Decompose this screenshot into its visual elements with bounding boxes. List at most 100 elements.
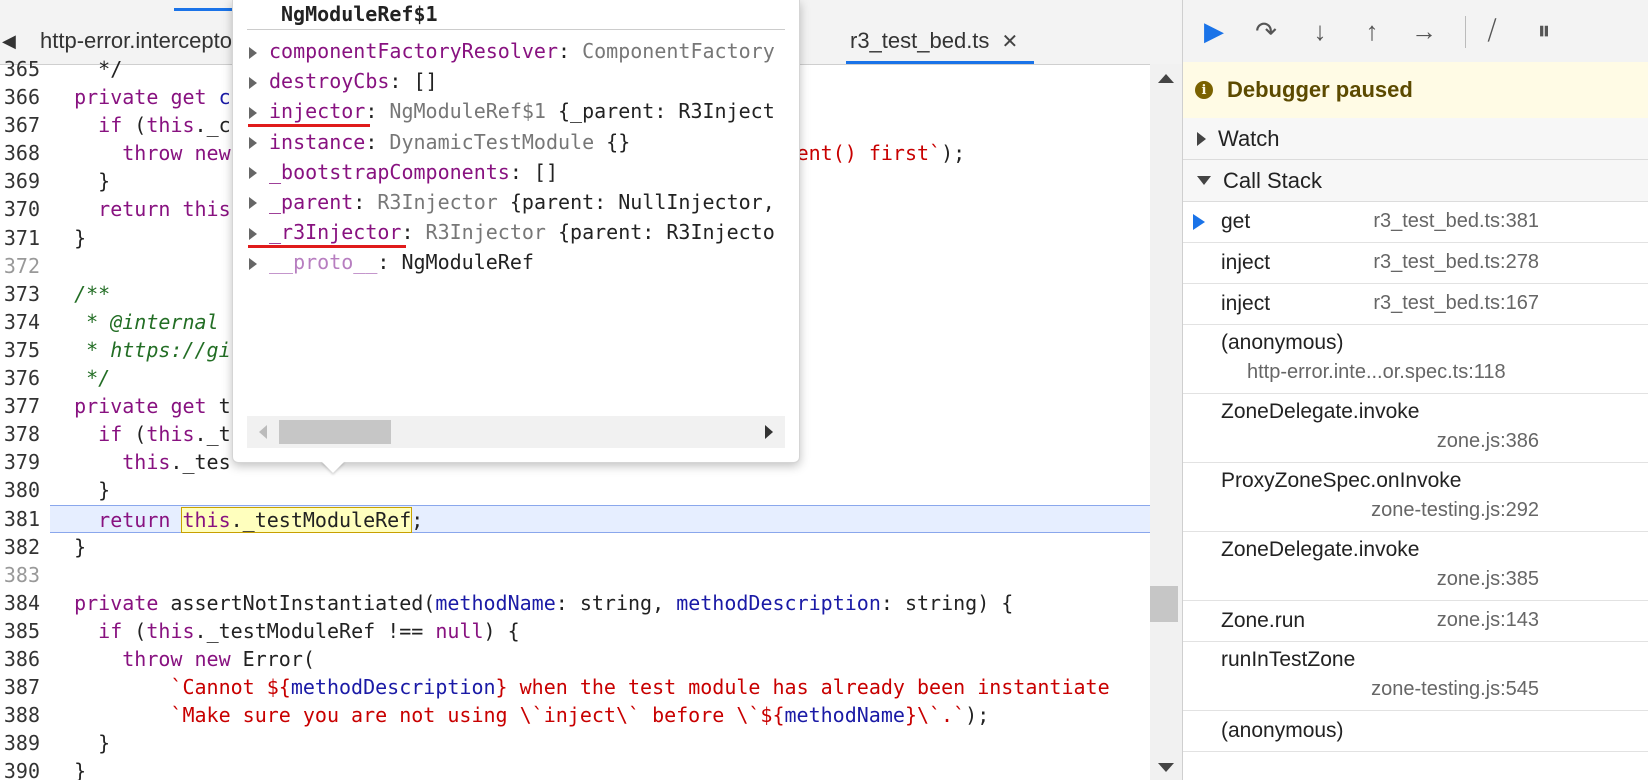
property-type: R3Injector — [377, 189, 498, 214]
expand-triangle-icon[interactable] — [249, 167, 257, 180]
expand-triangle-icon[interactable] — [249, 76, 257, 89]
line-number[interactable]: 365 — [0, 55, 44, 83]
line-number[interactable]: 388 — [0, 701, 44, 729]
line-number[interactable]: 381 — [0, 505, 44, 533]
line-number[interactable]: 370 — [0, 195, 44, 223]
property-colon: : — [557, 39, 583, 63]
line-number[interactable]: 380 — [0, 476, 44, 504]
expand-triangle-icon[interactable] — [249, 46, 257, 59]
step-over-icon: ↷ — [1255, 15, 1277, 46]
line-number[interactable]: 373 — [0, 280, 44, 308]
scrollbar-thumb[interactable] — [1150, 586, 1178, 622]
line-number[interactable]: 379 — [0, 448, 44, 476]
popover-horizontal-scrollbar[interactable] — [247, 416, 785, 448]
property-value: {_parent: R3Inject — [558, 99, 775, 124]
call-frame[interactable]: runInTestZone zone-testing.js:545 — [1183, 642, 1648, 711]
property-list: componentFactoryResolver: ComponentFacto… — [249, 36, 785, 278]
line-number[interactable]: 382 — [0, 533, 44, 561]
watch-section-header[interactable]: Watch — [1183, 118, 1648, 160]
line-number[interactable]: 383 — [0, 561, 44, 589]
line-number[interactable]: 389 — [0, 729, 44, 757]
line-number[interactable]: 387 — [0, 673, 44, 701]
call-frame[interactable]: ZoneDelegate.invoke zone.js:385 — [1183, 532, 1648, 601]
frame-location[interactable]: r3_test_bed.ts:167 — [1373, 292, 1539, 315]
scroll-left-icon[interactable] — [259, 425, 267, 439]
line-number[interactable]: 384 — [0, 589, 44, 617]
frame-location[interactable]: r3_test_bed.ts:278 — [1373, 251, 1539, 274]
line-number[interactable]: 376 — [0, 364, 44, 392]
expand-triangle-icon[interactable] — [249, 137, 257, 150]
line-number[interactable]: 369 — [0, 167, 44, 195]
frame-location[interactable]: zone-testing.js:545 — [1371, 678, 1539, 701]
code-line: if (this._testModuleRef !== null) { — [98, 618, 520, 643]
property-colon: : — [509, 159, 534, 184]
step-over-button[interactable]: ↷ — [1249, 14, 1283, 48]
line-number[interactable]: 375 — [0, 336, 44, 364]
property-colon: : — [365, 129, 390, 154]
pause-on-exceptions-button[interactable]: ⏸ — [1527, 14, 1561, 48]
scroll-up-icon[interactable] — [1158, 74, 1174, 83]
frame-location[interactable]: zone-testing.js:292 — [1371, 499, 1539, 522]
property-row[interactable]: _bootstrapComponents: [] — [249, 157, 785, 187]
line-number[interactable]: 372 — [0, 252, 44, 280]
line-number[interactable]: 385 — [0, 617, 44, 645]
debugger-paused-banner: i Debugger paused — [1183, 62, 1648, 119]
line-number[interactable]: 390 — [0, 757, 44, 780]
call-frame-current[interactable]: get r3_test_bed.ts:381 — [1183, 202, 1648, 243]
line-number[interactable]: 374 — [0, 308, 44, 336]
frame-location[interactable]: zone.js:143 — [1437, 609, 1539, 632]
property-row[interactable]: _parent: R3Injector {parent: NullInjecto… — [249, 187, 785, 217]
call-frame[interactable]: ZoneDelegate.invoke zone.js:386 — [1183, 394, 1648, 463]
property-row[interactable]: instance: DynamicTestModule {} — [249, 127, 785, 157]
property-row[interactable]: __proto__: NgModuleRef — [249, 247, 785, 277]
call-frame[interactable]: inject r3_test_bed.ts:167 — [1183, 284, 1648, 325]
annotation-underline — [248, 245, 407, 249]
line-number[interactable]: 368 — [0, 139, 44, 167]
property-colon: : — [377, 250, 402, 275]
line-number[interactable]: 367 — [0, 111, 44, 139]
line-number[interactable]: 366 — [0, 83, 44, 111]
call-frame[interactable]: inject r3_test_bed.ts:278 — [1183, 243, 1648, 284]
property-row[interactable]: injector: NgModuleRef$1 {_parent: R3Inje… — [249, 96, 785, 126]
line-number[interactable]: 371 — [0, 224, 44, 252]
annotation-underline — [248, 124, 371, 128]
property-row[interactable]: destroyCbs: [] — [249, 66, 785, 96]
frame-location[interactable]: http-error.inte...or.spec.ts:118 — [1247, 361, 1506, 384]
expand-triangle-icon[interactable] — [249, 227, 257, 240]
expand-triangle-icon[interactable] — [249, 106, 257, 119]
line-number-gutter[interactable]: 365 366 367 368 369 370 371 372 373 374 375 376 377 3… — [0, 55, 44, 780]
frame-function-name: ProxyZoneSpec.onInvoke — [1221, 469, 1462, 492]
property-row[interactable]: _r3Injector: R3Injector {parent: R3Injec… — [249, 217, 785, 247]
line-number[interactable]: 378 — [0, 420, 44, 448]
scroll-down-icon[interactable] — [1158, 763, 1174, 772]
popover-title: NgModuleRef$1 — [281, 2, 438, 26]
expand-triangle-icon[interactable] — [249, 257, 257, 270]
line-number[interactable]: 386 — [0, 645, 44, 673]
step-button[interactable]: → — [1407, 14, 1441, 48]
call-frame[interactable]: (anonymous) — [1183, 711, 1648, 752]
call-frame[interactable]: Zone.run zone.js:143 — [1183, 601, 1648, 642]
scroll-right-icon[interactable] — [765, 425, 773, 439]
call-frame[interactable]: (anonymous) http-error.inte...or.spec.ts:… — [1183, 325, 1648, 394]
property-type: R3Injector — [425, 220, 546, 245]
chevron-right-icon — [1197, 131, 1206, 146]
close-icon[interactable]: ✕ — [1001, 29, 1018, 54]
line-number[interactable]: 377 — [0, 392, 44, 420]
popover-pointer — [321, 461, 345, 473]
deactivate-breakpoints-button[interactable]: ⧸ — [1475, 14, 1509, 48]
call-frame[interactable]: ProxyZoneSpec.onInvoke zone-testing.js:29… — [1183, 463, 1648, 532]
step-into-button[interactable]: ↓ — [1303, 14, 1337, 48]
frame-location[interactable]: zone.js:386 — [1437, 430, 1539, 453]
scrollbar-thumb[interactable] — [279, 420, 391, 444]
chevron-down-icon — [1197, 176, 1211, 185]
frame-location[interactable]: r3_test_bed.ts:381 — [1373, 210, 1539, 233]
call-stack-section-header[interactable]: Call Stack — [1183, 160, 1648, 202]
frame-location[interactable]: zone.js:385 — [1437, 568, 1539, 591]
expand-triangle-icon[interactable] — [249, 197, 257, 210]
step-out-button[interactable]: ↑ — [1355, 14, 1389, 48]
property-row[interactable]: componentFactoryResolver: ComponentFacto… — [249, 36, 785, 66]
code-line: } — [50, 478, 111, 503]
editor-vertical-scrollbar[interactable] — [1150, 64, 1182, 780]
pause-on-exceptions-icon: ⏸ — [1537, 15, 1551, 45]
resume-button[interactable]: ▶ — [1197, 14, 1231, 48]
